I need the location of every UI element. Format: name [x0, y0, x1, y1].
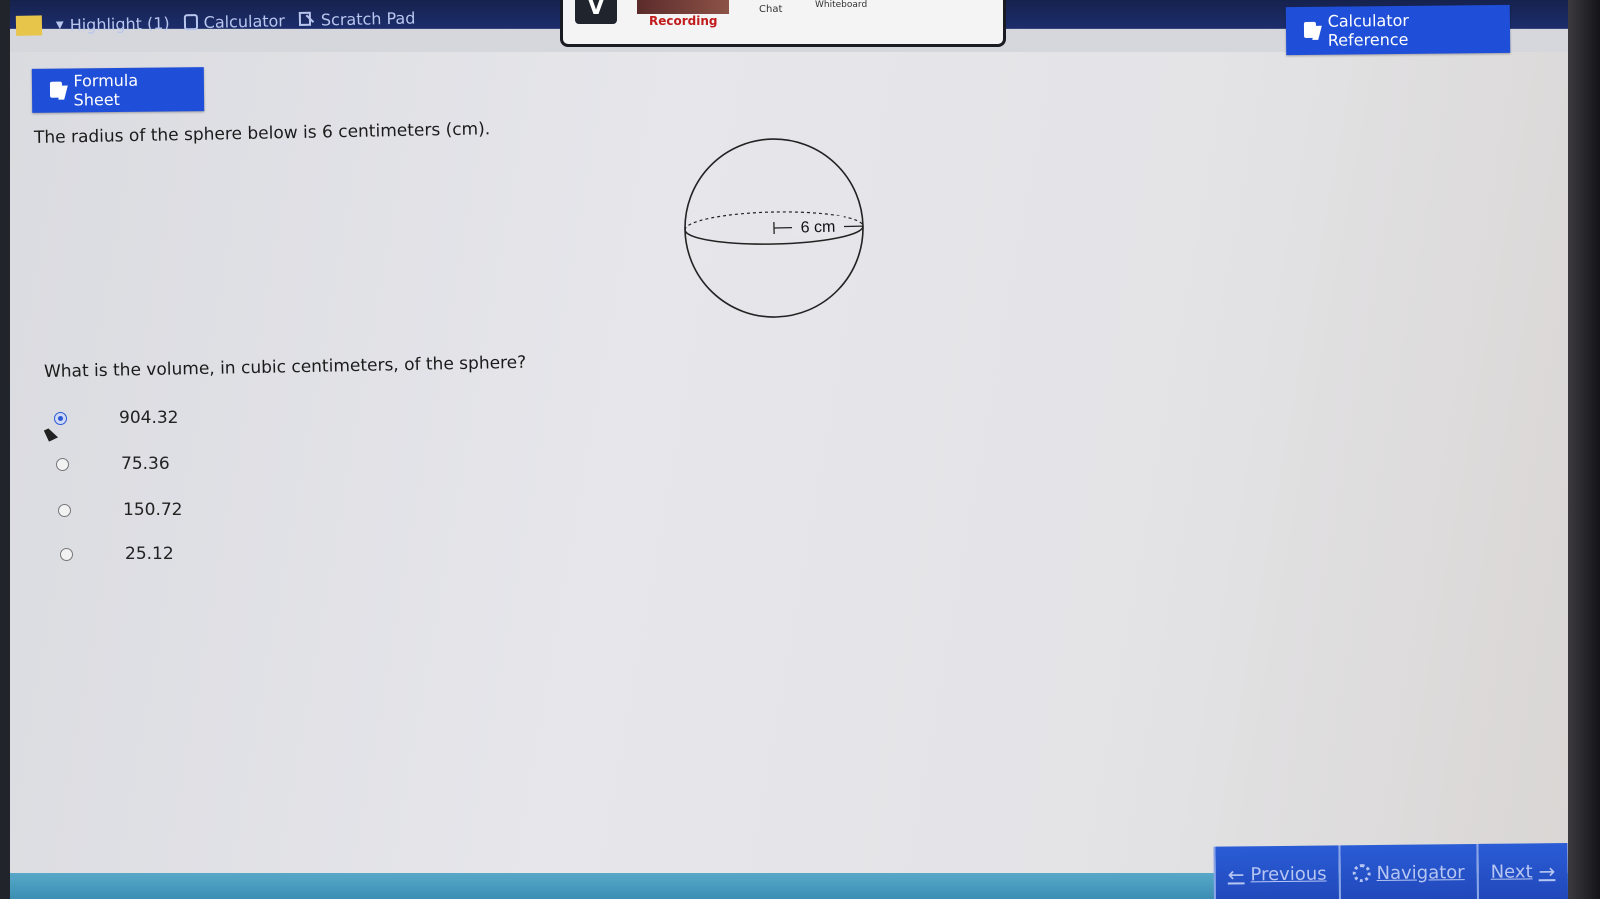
arrow-right-icon: →	[1538, 859, 1556, 884]
chat-button[interactable]: Chat	[759, 4, 782, 15]
radio-button[interactable]	[56, 457, 69, 471]
recording-label: Recording	[649, 14, 718, 28]
next-label: Next	[1490, 860, 1534, 883]
radio-button[interactable]	[58, 503, 71, 517]
proctor-panel: V Recording Chat Whiteboard	[560, 0, 1006, 47]
v-logo-icon: V	[575, 0, 617, 24]
formula-sheet-label: Formula Sheet	[73, 70, 139, 110]
calculator-label: Calculator	[203, 10, 286, 32]
answer-choice-3[interactable]: 150.72	[58, 500, 182, 520]
calculator-icon	[183, 14, 198, 31]
formula-sheet-button[interactable]: Formula Sheet	[31, 67, 205, 113]
question-prompt: What is the volume, in cubic centimeters…	[43, 352, 527, 382]
highlight-color-swatch[interactable]	[15, 15, 43, 36]
left-bezel	[0, 0, 10, 899]
right-bezel	[1568, 0, 1600, 899]
highlight-label: Highlight (1)	[69, 13, 170, 35]
sphere-figure: 6 cm	[684, 138, 864, 318]
recording-thumbnail	[637, 0, 729, 14]
previous-label: Previous	[1250, 863, 1328, 885]
navigation-bar: ← Previous Navigator Next →	[1213, 843, 1568, 899]
choice-label: 904.32	[119, 408, 179, 428]
radius-label: 6 cm	[800, 219, 835, 237]
highlight-button[interactable]: ▼ Highlight (1)	[56, 13, 170, 34]
answer-choice-2[interactable]: 75.36	[56, 454, 170, 474]
previous-button[interactable]: ← Previous	[1213, 845, 1340, 899]
choice-label: 150.72	[123, 500, 183, 520]
calculator-reference-button[interactable]: Calculator Reference	[1285, 4, 1511, 56]
radio-button[interactable]	[60, 547, 73, 561]
scratch-pad-button[interactable]: Scratch Pad	[299, 8, 416, 29]
radio-button-selected[interactable]	[54, 411, 67, 425]
caret-down-icon: ▼	[55, 19, 64, 31]
choice-label: 25.12	[125, 544, 174, 564]
next-button[interactable]: Next →	[1476, 843, 1568, 899]
screen: ▼ Highlight (1) Calculator Scratch Pad V…	[10, 0, 1568, 899]
calculator-reference-label: Calculator Reference	[1327, 10, 1409, 50]
calculator-button[interactable]: Calculator	[183, 11, 285, 32]
navigator-button[interactable]: Navigator	[1338, 843, 1478, 899]
book-icon	[1304, 22, 1320, 40]
scratch-pad-icon	[299, 12, 315, 28]
arrow-left-icon: ←	[1227, 862, 1245, 887]
choice-label: 75.36	[121, 454, 170, 474]
question-text: The radius of the sphere below is 6 cent…	[33, 119, 491, 148]
answer-choice-1[interactable]: 904.32	[54, 408, 178, 428]
navigator-label: Navigator	[1376, 861, 1466, 884]
book-icon	[50, 82, 66, 100]
gear-icon	[1352, 864, 1372, 883]
answer-choice-4[interactable]: 25.12	[60, 544, 174, 564]
whiteboard-button[interactable]: Whiteboard	[815, 0, 867, 10]
scratch-pad-label: Scratch Pad	[320, 8, 416, 29]
mouse-cursor-icon	[43, 426, 59, 442]
